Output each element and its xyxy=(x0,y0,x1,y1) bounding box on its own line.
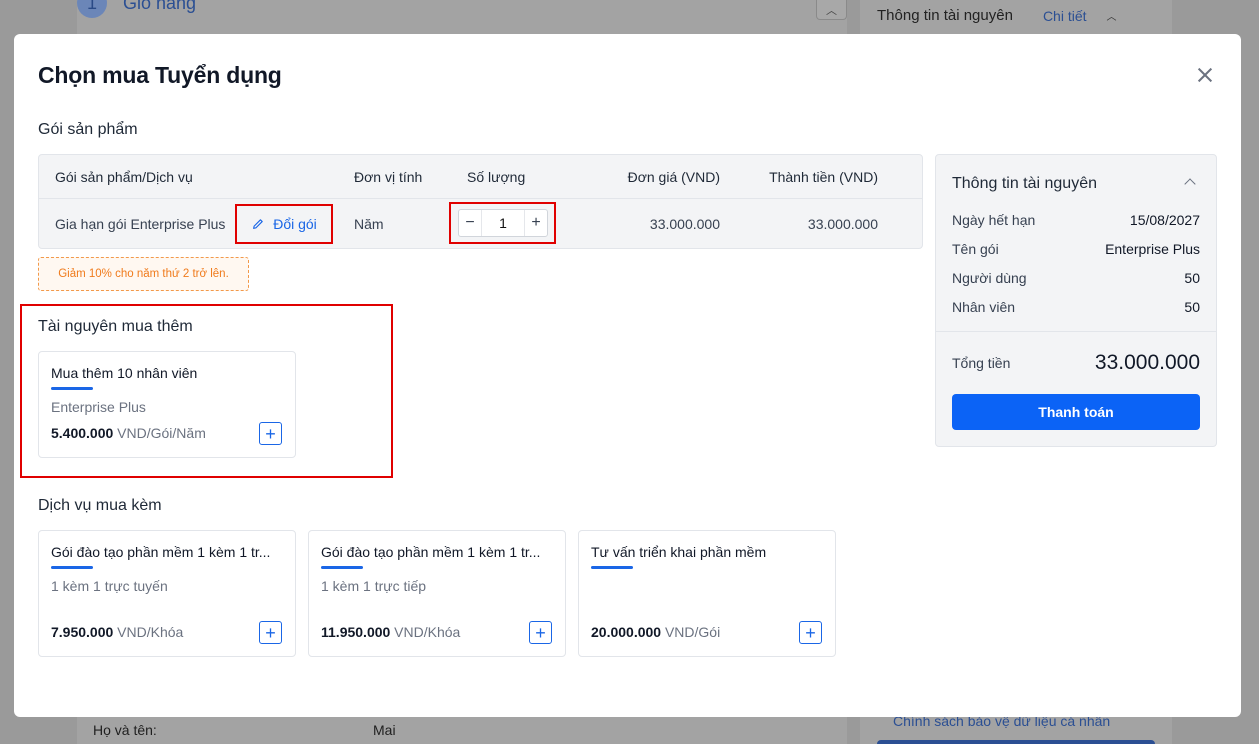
modal-title: Chọn mua Tuyển dụng xyxy=(38,62,282,88)
background-detail-link[interactable]: Chi tiết xyxy=(1043,8,1087,24)
quantity-stepper: − 1 + xyxy=(458,209,548,237)
card-title: Mua thêm 10 nhân viên xyxy=(51,365,198,381)
background-name-row: Họ và tên: Mai xyxy=(77,716,847,744)
price-unit: VND/Khóa xyxy=(390,624,461,640)
add-button[interactable]: + xyxy=(259,621,282,644)
name-value: Mai xyxy=(373,722,396,738)
step-number: 1 xyxy=(77,0,107,18)
product-section-title: Gói sản phẩm xyxy=(38,121,138,138)
quantity-highlight: − 1 + xyxy=(449,202,556,244)
change-package-button[interactable]: Đổi gói xyxy=(235,204,333,244)
resource-label: Ngày hết hạn xyxy=(952,212,1036,228)
service-card: Gói đào tạo phần mềm 1 kèm 1 tr... 1 kèm… xyxy=(38,530,296,657)
col-product: Gói sản phẩm/Dịch vụ xyxy=(55,168,193,185)
card-underline xyxy=(51,387,93,390)
resource-label: Người dùng xyxy=(952,270,1027,286)
quantity-input[interactable]: 1 xyxy=(481,210,525,236)
card-underline xyxy=(321,566,363,569)
card-price: 11.950.000 VND/Khóa xyxy=(321,624,460,640)
total-value: 33.000.000 xyxy=(807,216,878,232)
card-title: Gói đào tạo phần mềm 1 kèm 1 tr... xyxy=(321,544,541,560)
discount-tag: Giảm 10% cho năm thứ 2 trở lên. xyxy=(38,257,249,291)
purchase-modal: Chọn mua Tuyển dụng Gói sản phẩm Gói sản… xyxy=(14,34,1241,717)
card-subtitle: 1 kèm 1 trực tuyến xyxy=(51,578,168,594)
product-name: Gia hạn gói Enterprise Plus xyxy=(55,216,226,232)
resource-row-users: Người dùng 50 xyxy=(952,270,1200,286)
resource-info-panel: Thông tin tài nguyên Ngày hết hạn 15/08/… xyxy=(935,154,1217,447)
divider xyxy=(936,331,1216,332)
resource-value: Enterprise Plus xyxy=(1105,241,1200,257)
product-table: Gói sản phẩm/Dịch vụ Đơn vị tính Số lượn… xyxy=(38,154,923,249)
price-unit: VND/Gói xyxy=(661,624,721,640)
card-subtitle: Enterprise Plus xyxy=(51,399,146,415)
resource-value: 15/08/2027 xyxy=(1129,212,1200,228)
col-quantity: Số lượng xyxy=(467,168,526,185)
background-resource-header: Thông tin tài nguyên Chi tiết ︿ xyxy=(877,7,1157,24)
close-icon[interactable] xyxy=(1194,64,1216,86)
add-button[interactable]: + xyxy=(799,621,822,644)
col-unit-price: Đơn giá (VND) xyxy=(627,168,720,185)
card-title: Tư vấn triển khai phần mềm xyxy=(591,544,767,560)
unit-value: Năm xyxy=(354,216,384,232)
grand-total-value: 33.000.000 xyxy=(1094,351,1200,374)
col-total: Thành tiền (VND) xyxy=(769,168,878,185)
resource-label: Tên gói xyxy=(952,241,999,257)
resource-label: Nhân viên xyxy=(952,299,1016,315)
price-amount: 5.400.000 xyxy=(51,425,114,441)
price-unit: VND/Khóa xyxy=(113,624,184,640)
card-price: 20.000.000 VND/Gói xyxy=(591,624,720,640)
resource-row-expiry: Ngày hết hạn 15/08/2027 xyxy=(952,212,1200,228)
product-table-header: Gói sản phẩm/Dịch vụ Đơn vị tính Số lượn… xyxy=(39,155,922,199)
resource-row-employees: Nhân viên 50 xyxy=(952,299,1200,315)
price-unit: VND/Gói/Năm xyxy=(113,425,206,441)
col-unit: Đơn vị tính xyxy=(354,168,423,185)
services-title: Dịch vụ mua kèm xyxy=(38,497,162,514)
card-price: 5.400.000 VND/Gói/Năm xyxy=(51,425,206,441)
unit-price-value: 33.000.000 xyxy=(649,216,720,232)
add-button[interactable]: + xyxy=(259,422,282,445)
service-card: Tư vấn triển khai phần mềm 20.000.000 VN… xyxy=(578,530,836,657)
background-button-edge[interactable] xyxy=(877,740,1155,744)
decrease-button[interactable]: − xyxy=(459,210,481,236)
price-amount: 11.950.000 xyxy=(321,624,391,640)
chevron-up-icon: ︿ xyxy=(826,4,837,17)
table-row: Gia hạn gói Enterprise Plus Đổi gói Năm … xyxy=(39,199,922,248)
grand-total-label: Tổng tiền xyxy=(952,355,1011,371)
extra-resources-title: Tài nguyên mua thêm xyxy=(38,318,193,335)
card-title: Gói đào tạo phần mềm 1 kèm 1 tr... xyxy=(51,544,271,560)
change-package-label: Đổi gói xyxy=(273,216,317,232)
collapse-button[interactable]: ︿ xyxy=(816,0,847,20)
resource-value: 50 xyxy=(1184,299,1200,315)
resource-info-title: Thông tin tài nguyên xyxy=(952,175,1097,192)
service-card: Gói đào tạo phần mềm 1 kèm 1 tr... 1 kèm… xyxy=(308,530,566,657)
cart-step-header: 1 Giỏ hàng xyxy=(77,0,196,18)
resource-row-package: Tên gói Enterprise Plus xyxy=(952,241,1200,257)
price-amount: 20.000.000 xyxy=(591,624,662,640)
chevron-up-icon[interactable] xyxy=(1184,178,1196,190)
extra-resource-card: Mua thêm 10 nhân viên Enterprise Plus 5.… xyxy=(38,351,296,458)
increase-button[interactable]: + xyxy=(525,210,547,236)
background-resource-title: Thông tin tài nguyên xyxy=(877,7,1013,24)
card-subtitle: 1 kèm 1 trực tiếp xyxy=(321,578,427,594)
name-label: Họ và tên: xyxy=(93,722,157,738)
step-title: Giỏ hàng xyxy=(123,0,197,13)
add-button[interactable]: + xyxy=(529,621,552,644)
card-underline xyxy=(591,566,633,569)
card-underline xyxy=(51,566,93,569)
pencil-icon xyxy=(253,219,263,229)
checkout-button[interactable]: Thanh toán xyxy=(952,394,1200,430)
chevron-up-icon[interactable]: ︿ xyxy=(1107,8,1117,23)
resource-value: 50 xyxy=(1184,270,1200,286)
card-price: 7.950.000 VND/Khóa xyxy=(51,624,183,640)
price-amount: 7.950.000 xyxy=(51,624,114,640)
